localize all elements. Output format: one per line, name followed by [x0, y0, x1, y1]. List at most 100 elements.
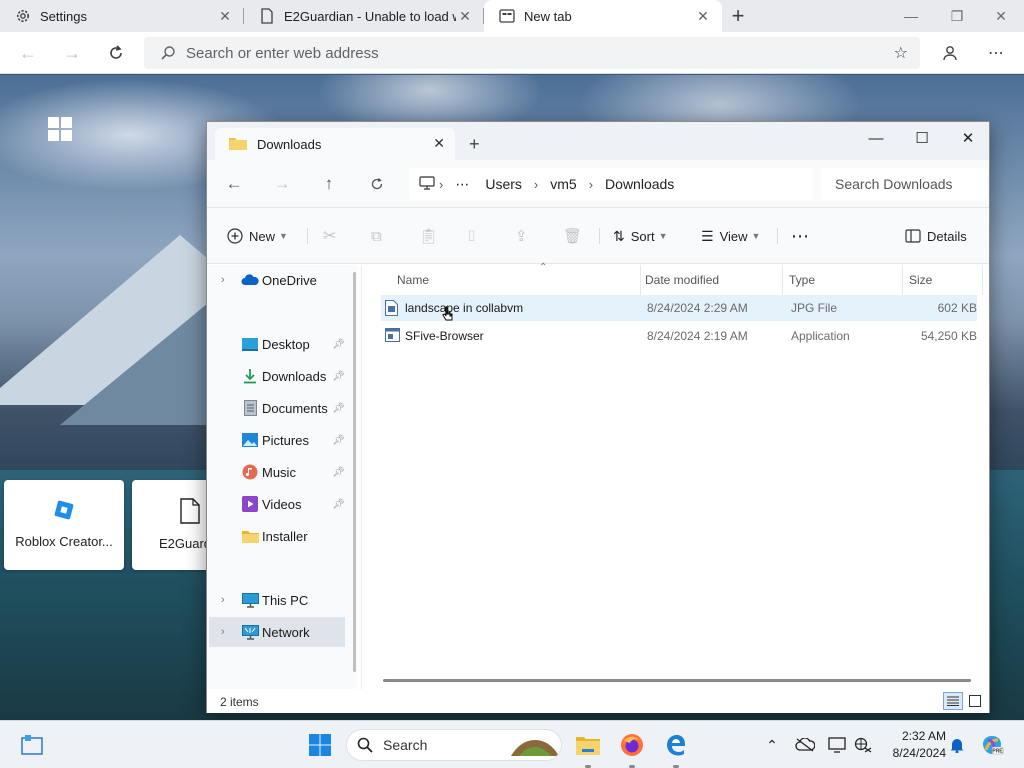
sidebar-item-pictures[interactable]: Pictures 📌︎: [209, 425, 345, 455]
taskbar-firefox[interactable]: [616, 729, 648, 761]
copilot-icon[interactable]: PRE: [978, 729, 1006, 761]
explorer-minimize-button[interactable]: —: [853, 124, 899, 152]
explorer-forward-button[interactable]: →: [267, 170, 297, 198]
sidebar-item-this-pc[interactable]: › This PC: [209, 585, 345, 615]
quick-link-roblox-creator[interactable]: Roblox Creator...: [4, 480, 124, 570]
explorer-new-tab-button[interactable]: +: [469, 134, 480, 155]
column-header-date[interactable]: Date modified: [639, 265, 783, 295]
new-button[interactable]: New ▼: [227, 222, 288, 250]
breadcrumb-overflow[interactable]: ⋯: [447, 176, 477, 193]
navigation-pane-scrollbar[interactable]: [353, 272, 356, 672]
explorer-close-button[interactable]: ✕: [945, 124, 991, 152]
expand-chevron-icon[interactable]: ›: [221, 594, 225, 606]
file-row[interactable]: SFive-Browser 8/24/2024 2:19 AM Applicat…: [381, 323, 977, 349]
favorite-star-icon[interactable]: ☆: [894, 43, 908, 63]
address-bar[interactable]: ☆: [144, 37, 920, 69]
forward-button[interactable]: →: [56, 37, 88, 69]
explorer-command-bar: New ▼ ✂ ⧉ 📋︎ ⌷ ⇪ 🗑︎ ⇅ Sort ▼ ☰ View ▼ ⋯ …: [207, 208, 989, 264]
cut-button[interactable]: ✂: [323, 222, 336, 250]
sidebar-item-onedrive[interactable]: › OneDrive: [209, 265, 345, 295]
expand-chevron-icon[interactable]: ›: [221, 274, 225, 286]
paste-button[interactable]: 📋︎: [419, 222, 438, 250]
minimize-button[interactable]: —: [888, 0, 934, 32]
sidebar-item-downloads[interactable]: Downloads 📌︎: [209, 361, 345, 391]
copy-icon: ⧉: [371, 227, 382, 245]
pane-divider[interactable]: [361, 265, 362, 689]
column-header-size[interactable]: Size: [903, 265, 983, 295]
close-tab-icon[interactable]: ✕: [216, 8, 234, 25]
delete-button[interactable]: 🗑︎: [563, 222, 582, 250]
see-more-button[interactable]: ⋯: [791, 222, 809, 250]
sidebar-item-documents[interactable]: Documents 📌︎: [209, 393, 345, 423]
profile-button[interactable]: [934, 37, 966, 69]
taskbar-search-label: Search: [383, 737, 428, 753]
widgets-button[interactable]: [16, 729, 48, 761]
notification-bell-icon[interactable]: [948, 729, 966, 761]
status-bar: 2 items: [207, 689, 989, 713]
details-view-button[interactable]: [943, 692, 963, 710]
column-header-name[interactable]: Name ⌃: [391, 262, 641, 295]
newtab-icon: [498, 7, 516, 25]
share-button[interactable]: ⇪: [515, 222, 528, 250]
sort-button[interactable]: ⇅ Sort ▼: [613, 222, 668, 250]
show-hidden-icons-button[interactable]: ⌃: [764, 729, 780, 761]
taskbar: Search ⌃ 2:32 AM 8/24/2024 PRE: [0, 720, 1024, 768]
close-tab-icon[interactable]: ✕: [456, 8, 474, 25]
restore-button[interactable]: ❐: [934, 0, 980, 32]
tiles-view-button[interactable]: [965, 692, 985, 710]
tab-e2guardian[interactable]: E2Guardian - Unable to load we ✕: [244, 0, 484, 32]
sidebar-item-videos[interactable]: Videos 📌︎: [209, 489, 345, 519]
rename-button[interactable]: ⌷: [467, 222, 476, 250]
explorer-up-button[interactable]: ↑: [314, 170, 344, 198]
display-icon[interactable]: [826, 729, 848, 761]
chevron-right-icon[interactable]: ›: [530, 177, 542, 192]
breadcrumb-item[interactable]: vm5: [542, 176, 584, 192]
quick-link-e2guardian[interactable]: E2Guard: [132, 480, 212, 570]
sidebar-item-label: Pictures: [262, 432, 309, 448]
sidebar-item-network[interactable]: › Network: [209, 617, 345, 647]
explorer-search-input[interactable]: [835, 176, 975, 192]
reload-button[interactable]: [100, 37, 132, 69]
column-header-label: Date modified: [645, 273, 720, 287]
expand-chevron-icon[interactable]: ›: [221, 626, 225, 638]
close-window-button[interactable]: ✕: [978, 0, 1024, 32]
tab-settings[interactable]: Settings ✕: [0, 0, 244, 32]
chevron-right-icon[interactable]: ›: [435, 177, 447, 192]
sidebar-item-installer[interactable]: Installer: [209, 521, 345, 551]
svg-text:PRE: PRE: [992, 749, 1003, 755]
taskbar-file-explorer[interactable]: [572, 729, 604, 761]
copy-button[interactable]: ⧉: [371, 222, 382, 250]
close-tab-icon[interactable]: ✕: [433, 135, 445, 152]
sidebar-item-music[interactable]: Music 📌︎: [209, 457, 345, 487]
sort-ascending-icon: ⌃: [539, 262, 548, 273]
chevron-right-icon[interactable]: ›: [585, 177, 597, 192]
explorer-tab-downloads[interactable]: Downloads ✕: [215, 128, 455, 160]
back-button[interactable]: ←: [12, 37, 44, 69]
explorer-refresh-button[interactable]: [362, 170, 392, 198]
breadcrumb-item[interactable]: Users: [477, 176, 530, 192]
onedrive-offline-icon[interactable]: [794, 729, 816, 761]
more-menu-button[interactable]: ⋯: [980, 37, 1012, 69]
view-button[interactable]: ☰ View ▼: [701, 222, 760, 250]
taskbar-edge[interactable]: [660, 729, 692, 761]
tab-new-tab[interactable]: New tab ✕: [484, 0, 722, 32]
network-status-icon[interactable]: [852, 729, 874, 761]
music-icon: [241, 463, 259, 481]
details-pane-button[interactable]: Details: [905, 222, 967, 250]
close-tab-icon[interactable]: ✕: [694, 8, 712, 25]
desktop-icon: [241, 335, 259, 353]
explorer-maximize-button[interactable]: ☐: [899, 124, 945, 152]
breadcrumb-item[interactable]: Downloads: [597, 176, 682, 192]
file-row[interactable]: landscape in collabvm 8/24/2024 2:29 AM …: [381, 295, 977, 321]
computer-icon[interactable]: [419, 175, 435, 193]
address-input[interactable]: [186, 44, 894, 62]
new-tab-button[interactable]: +: [722, 0, 754, 32]
taskbar-search-box[interactable]: Search: [346, 729, 562, 761]
column-header-type[interactable]: Type: [783, 265, 903, 295]
explorer-back-button[interactable]: ←: [219, 170, 249, 198]
explorer-search-box[interactable]: [821, 168, 987, 200]
start-button[interactable]: [304, 729, 336, 761]
taskbar-clock[interactable]: 2:32 AM 8/24/2024: [878, 728, 946, 762]
horizontal-scrollbar[interactable]: [383, 679, 971, 682]
sidebar-item-desktop[interactable]: Desktop 📌︎: [209, 329, 345, 359]
